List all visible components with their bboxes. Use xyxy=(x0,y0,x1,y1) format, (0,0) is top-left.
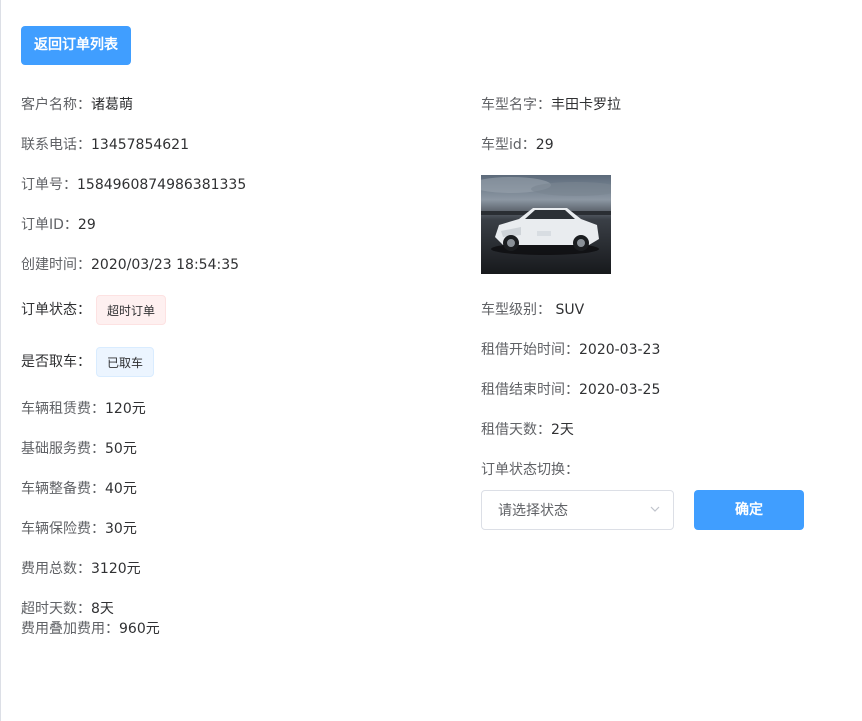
phone-label: 联系电话： xyxy=(21,137,91,153)
created-at-label: 创建时间： xyxy=(21,257,91,273)
confirm-button[interactable]: 确定 xyxy=(694,490,804,530)
status-select-placeholder: 请选择状态 xyxy=(498,503,568,519)
total-fee-value: 3120元 xyxy=(91,561,141,577)
prep-fee-label: 车辆整备费： xyxy=(21,481,105,497)
phone-value: 13457854621 xyxy=(91,137,189,153)
car-id-row: 车型id：29 xyxy=(481,135,554,155)
customer-name-row: 客户名称：诸葛萌 xyxy=(21,95,133,115)
service-fee-label: 基础服务费： xyxy=(21,441,105,457)
extra-fee-row: 费用叠加费用：960元 xyxy=(21,619,160,639)
prep-fee-row: 车辆整备费：40元 xyxy=(21,479,137,499)
end-time-value: 2020-03-25 xyxy=(579,382,661,398)
chevron-down-icon xyxy=(649,503,661,515)
order-id-row: 订单ID：29 xyxy=(21,215,96,235)
car-level-value: SUV xyxy=(555,302,585,318)
car-name-row: 车型名字：丰田卡罗拉 xyxy=(481,95,621,115)
customer-name-value: 诸葛萌 xyxy=(91,97,133,113)
end-time-label: 租借结束时间： xyxy=(481,382,579,398)
car-id-value: 29 xyxy=(535,137,554,153)
order-status-badge: 超时订单 xyxy=(96,295,167,325)
extra-fee-value: 960元 xyxy=(119,621,160,637)
rental-fee-value: 120元 xyxy=(105,401,146,417)
total-fee-label: 费用总数： xyxy=(21,561,91,577)
phone-row: 联系电话：13457854621 xyxy=(21,135,189,155)
insurance-fee-value: 30元 xyxy=(105,521,137,537)
order-id-label: 订单ID： xyxy=(21,217,78,233)
prep-fee-value: 40元 xyxy=(105,481,137,497)
start-time-row: 租借开始时间：2020-03-23 xyxy=(481,340,660,360)
end-time-row: 租借结束时间：2020-03-25 xyxy=(481,380,660,400)
order-no-row: 订单号：1584960874986381335 xyxy=(21,175,246,195)
start-time-value: 2020-03-23 xyxy=(579,342,661,358)
status-switch-label: 订单状态切换： xyxy=(481,462,579,478)
rental-fee-row: 车辆租赁费：120元 xyxy=(21,399,146,419)
order-no-value: 1584960874986381335 xyxy=(77,177,247,193)
overtime-days-label: 超时天数： xyxy=(21,601,91,617)
days-label: 租借天数： xyxy=(481,422,551,438)
back-to-order-list-button[interactable]: 返回订单列表 xyxy=(21,26,131,65)
insurance-fee-label: 车辆保险费： xyxy=(21,521,105,537)
service-fee-row: 基础服务费：50元 xyxy=(21,439,137,459)
service-fee-value: 50元 xyxy=(105,441,137,457)
insurance-fee-row: 车辆保险费：30元 xyxy=(21,519,137,539)
car-image xyxy=(481,175,611,274)
order-status-label: 订单状态： xyxy=(21,302,91,318)
customer-name-label: 客户名称： xyxy=(21,97,91,113)
car-level-label: 车型级别： xyxy=(481,302,551,318)
order-id-value: 29 xyxy=(77,217,96,233)
picked-up-label: 是否取车： xyxy=(21,354,91,370)
car-id-label: 车型id： xyxy=(481,137,536,153)
order-no-label: 订单号： xyxy=(21,177,77,193)
page-left-border xyxy=(0,0,1,721)
status-select[interactable]: 请选择状态 xyxy=(481,490,674,530)
start-time-label: 租借开始时间： xyxy=(481,342,579,358)
rental-fee-label: 车辆租赁费： xyxy=(21,401,105,417)
car-level-row: 车型级别： SUV xyxy=(481,300,584,320)
days-value: 2天 xyxy=(551,422,574,438)
days-row: 租借天数：2天 xyxy=(481,420,574,440)
overtime-days-value: 8天 xyxy=(91,601,114,617)
car-name-value: 丰田卡罗拉 xyxy=(551,97,621,113)
overtime-days-row: 超时天数：8天 xyxy=(21,599,114,619)
created-at-value: 2020/03/23 18:54:35 xyxy=(91,257,240,273)
created-at-row: 创建时间：2020/03/23 18:54:35 xyxy=(21,255,239,275)
car-name-label: 车型名字： xyxy=(481,97,551,113)
picked-up-badge: 已取车 xyxy=(96,347,155,377)
extra-fee-label: 费用叠加费用： xyxy=(21,621,119,637)
total-fee-row: 费用总数：3120元 xyxy=(21,559,141,579)
